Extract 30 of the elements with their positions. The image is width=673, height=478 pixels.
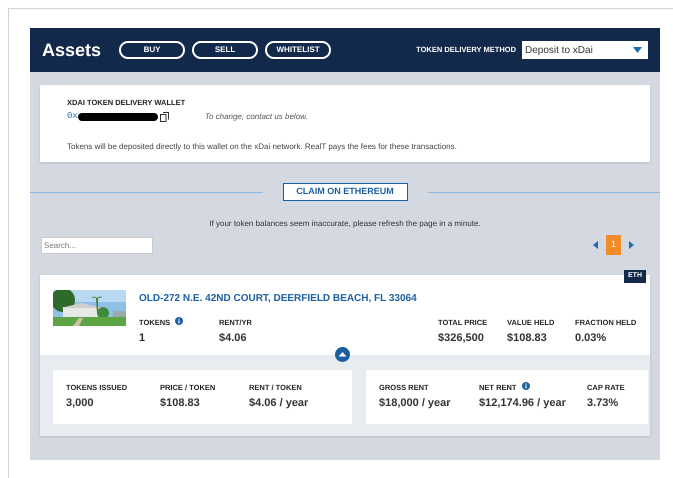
copy-icon[interactable] [160, 112, 169, 122]
stat-value: 0.03% [575, 331, 608, 346]
wallet-address: 0x [67, 110, 78, 124]
nav-button[interactable]: WHITELIST [265, 41, 332, 59]
stat-value: $4.06 [219, 331, 248, 346]
stat-value: $12,174.96 / year [479, 396, 567, 412]
page-title: Assets [42, 38, 102, 62]
stat-value: $326,500 [438, 331, 485, 346]
caret-icon [633, 47, 642, 53]
search-field[interactable]: Search... [41, 236, 153, 254]
stat-value: $108.83 [507, 331, 548, 346]
refresh-note: If your token balances seem inaccurate, please refresh the page in a minute. [208, 218, 482, 230]
previous-page-icon[interactable] [593, 241, 598, 249]
wallet-note: Tokens will be deposited directly to this wallet on the xDai network. RealT pays the fees for these transactions. [67, 140, 458, 153]
collapse-icon[interactable] [335, 347, 350, 362]
wallet-hint: To change, contact us below. [204, 111, 308, 123]
info-icon[interactable] [175, 317, 184, 325]
stat-value: 3.73% [587, 396, 620, 412]
property-title[interactable]: OLD-272 N.E. 42ND COURT, DEERFIELD BEACH, FL 33064 [139, 291, 650, 306]
stat-value: $108.83 [160, 396, 201, 412]
stat-value: 3,000 [66, 396, 95, 412]
nav-button[interactable]: BUY [119, 41, 186, 59]
delivery-method-select[interactable]: Deposit to xDai [522, 41, 648, 59]
next-page-icon[interactable] [629, 241, 634, 249]
stat-value: 1 [139, 331, 146, 346]
info-icon[interactable] [522, 382, 530, 390]
stat-value: $4.06 / year [249, 396, 310, 412]
nav-button[interactable]: SELL [192, 41, 258, 59]
stat-value: $18,000 / year [379, 396, 452, 412]
claim-button[interactable]: CLAIM ON ETHEREUM [282, 183, 408, 201]
